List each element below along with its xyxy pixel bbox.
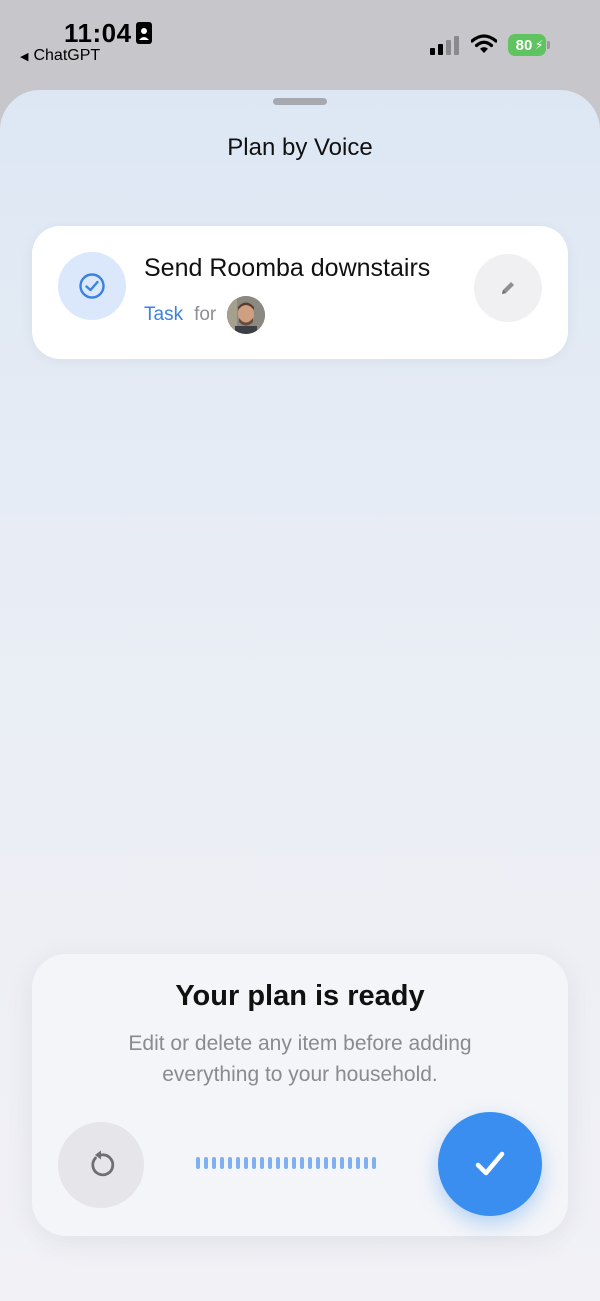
plan-subtitle: Edit or delete any item before adding ev… [128,1032,472,1086]
avatar-photo [227,296,266,334]
plan-title: Your plan is ready [175,980,425,1012]
waveform-bar [324,1157,328,1169]
waveform-bar [308,1157,312,1169]
task-check-button[interactable] [58,252,126,320]
wifi-icon [471,34,497,53]
confirm-plan-button[interactable] [438,1112,542,1216]
back-triangle-icon: ◀ [20,50,29,63]
sheet-grabber[interactable] [273,98,327,105]
task-title: Send Roomba downstairs [144,254,431,282]
battery-tip [547,41,550,49]
restart-icon [91,1150,115,1177]
waveform-bar [220,1157,224,1169]
waveform-bar [268,1157,272,1169]
checkmark-icon [475,1151,505,1176]
status-bar: 11:04 ◀ ChatGPT 80 ⚡ [0,0,600,90]
waveform-bar [204,1157,208,1169]
waveform-bar [300,1157,304,1169]
voice-waveform [196,1157,376,1169]
waveform-bar [364,1157,368,1169]
task-for-label: for [194,304,217,325]
check-circle-icon [79,273,105,299]
sheet-title: Plan by Voice [227,134,373,161]
waveform-bar [372,1157,376,1169]
charging-bolt-icon: ⚡ [535,38,544,52]
waveform-bar [244,1157,248,1169]
task-card[interactable]: Send Roomba downstairs Task for [32,226,568,359]
edit-task-button[interactable] [474,254,542,322]
waveform-bar [316,1157,320,1169]
waveform-bar [340,1157,344,1169]
waveform-bar [260,1157,264,1169]
waveform-bar [284,1157,288,1169]
plan-by-voice-sheet: Plan by Voice Send Roomba downstairs Tas… [0,90,600,1301]
waveform-bar [252,1157,256,1169]
back-to-app-link[interactable]: ◀ ChatGPT [20,47,100,65]
waveform-bar [356,1157,360,1169]
waveform-bar [276,1157,280,1169]
waveform-bar [228,1157,232,1169]
id-card-icon [136,22,152,44]
task-type-label: Task [144,304,184,325]
restart-button[interactable] [58,1122,144,1208]
pencil-icon [502,282,514,294]
waveform-bar [212,1157,216,1169]
assignee-avatar [227,296,266,334]
waveform-bar [348,1157,352,1169]
waveform-bar [332,1157,336,1169]
waveform-bar [292,1157,296,1169]
waveform-bar [196,1157,200,1169]
battery-indicator: 80 ⚡ [508,34,552,56]
cellular-signal-icon [430,36,459,55]
plan-ready-panel: Your plan is ready Edit or delete any it… [32,954,568,1236]
task-meta: Task for [144,296,266,334]
waveform-bar [236,1157,240,1169]
back-app-label: ChatGPT [33,47,101,64]
status-time: 11:04 [64,18,132,48]
